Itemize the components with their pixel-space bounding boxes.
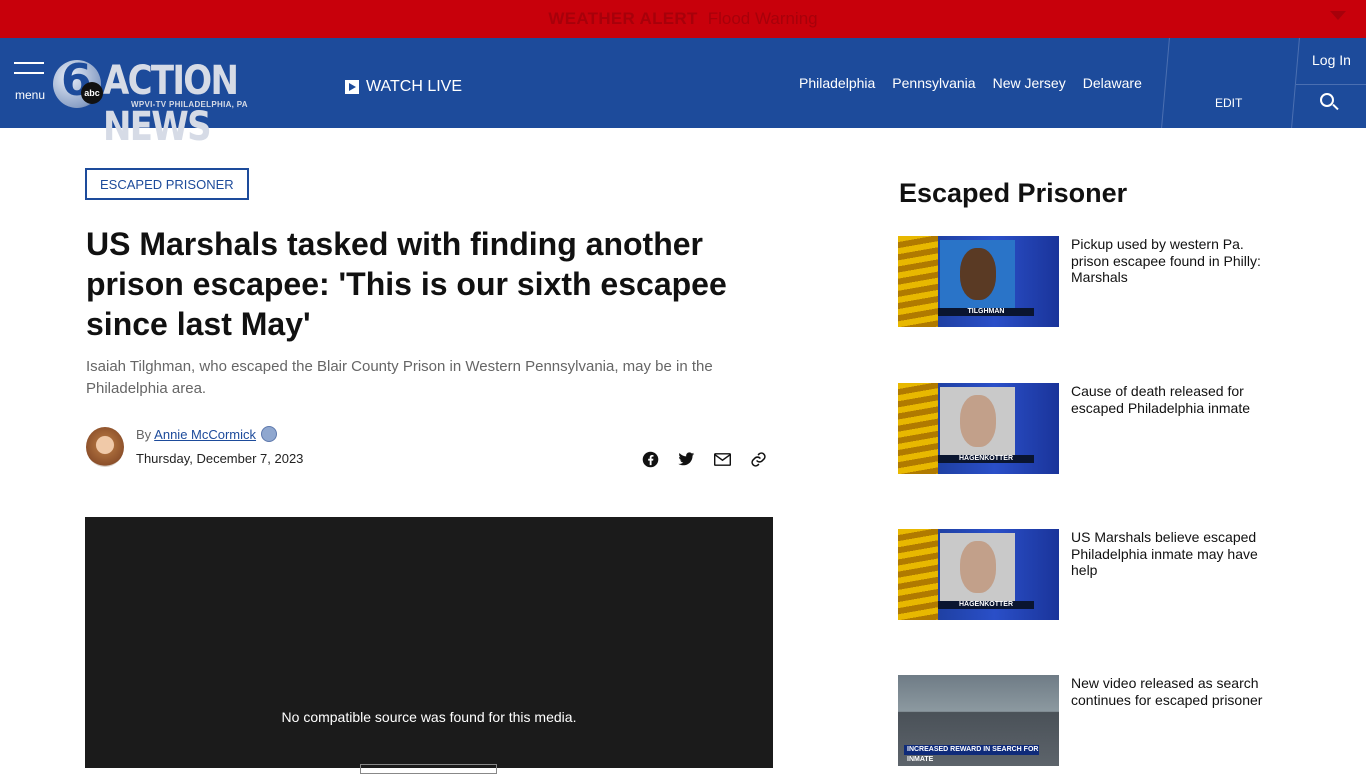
- publish-date: Thursday, December 7, 2023: [136, 451, 304, 466]
- thumbnail-caption: HAGENKOTTER: [938, 601, 1034, 609]
- thumbnail-stripes: [898, 236, 938, 327]
- thumbnail-stripes: [898, 529, 938, 620]
- mugshot-face: [960, 248, 996, 300]
- sidebar-heading: Escaped Prisoner: [899, 178, 1128, 208]
- mugshot-image: [940, 387, 1015, 457]
- thumbnail-caption: HAGENKOTTER: [938, 455, 1034, 463]
- nav-link-new-jersey[interactable]: New Jersey: [993, 75, 1066, 91]
- menu-button[interactable]: menu: [14, 62, 46, 102]
- video-error-message: No compatible source was found for this …: [281, 709, 577, 725]
- alert-label: WEATHER ALERT: [548, 9, 698, 28]
- watch-live-button[interactable]: WATCH LIVE: [345, 78, 462, 96]
- story-title[interactable]: US Marshals believe escaped Philadelphia…: [1071, 529, 1276, 579]
- mugshot-image: [940, 240, 1015, 310]
- author-link[interactable]: Annie McCormick: [154, 427, 256, 442]
- story-title[interactable]: Pickup used by western Pa. prison escape…: [1071, 236, 1276, 286]
- hamburger-icon: [14, 62, 44, 64]
- search-icon[interactable]: [1320, 93, 1340, 113]
- menu-label: menu: [15, 88, 46, 102]
- video-play-button[interactable]: [360, 764, 497, 774]
- edit-button[interactable]: EDIT: [1215, 96, 1242, 110]
- logo-subtitle: WPVI-TV PHILADELPHIA, PA: [131, 100, 248, 109]
- related-story[interactable]: HAGENKOTTER US Marshals believe escaped …: [898, 529, 1278, 621]
- chevron-down-icon[interactable]: [1330, 11, 1346, 20]
- story-title[interactable]: New video released as search continues f…: [1071, 675, 1276, 708]
- share-bar: [641, 450, 767, 468]
- nav-link-philadelphia[interactable]: Philadelphia: [799, 75, 875, 91]
- email-icon[interactable]: [713, 450, 731, 468]
- article-headline: US Marshals tasked with finding another …: [86, 226, 727, 342]
- facebook-icon[interactable]: [641, 450, 659, 468]
- login-link[interactable]: Log In: [1312, 52, 1351, 68]
- nav-divider: [1291, 38, 1300, 128]
- abc-logo-icon: abc: [81, 82, 103, 104]
- mugshot-image: [940, 533, 1015, 603]
- mugshot-face: [960, 395, 996, 447]
- nav-divider: [1296, 84, 1366, 85]
- story-thumbnail[interactable]: HAGENKOTTER: [898, 529, 1059, 620]
- nav-divider: [1161, 38, 1170, 128]
- story-thumbnail[interactable]: INCREASED REWARD IN SEARCH FOR INMATE: [898, 675, 1059, 766]
- twitter-icon[interactable]: [677, 450, 695, 468]
- nav-link-pennsylvania[interactable]: Pennsylvania: [892, 75, 975, 91]
- story-title[interactable]: Cause of death released for escaped Phil…: [1071, 383, 1276, 416]
- region-links: Philadelphia Pennsylvania New Jersey Del…: [799, 75, 1142, 91]
- byline-prefix: By: [136, 426, 152, 442]
- related-story[interactable]: TILGHMAN Pickup used by western Pa. pris…: [898, 236, 1278, 328]
- story-thumbnail[interactable]: TILGHMAN: [898, 236, 1059, 327]
- thumbnail-caption: INCREASED REWARD IN SEARCH FOR INMATE: [904, 745, 1039, 763]
- related-story[interactable]: HAGENKOTTER Cause of death released for …: [898, 383, 1278, 475]
- article-dek: Isaiah Tilghman, who escaped the Blair C…: [86, 358, 713, 397]
- hamburger-bar: [14, 72, 44, 74]
- alert-text: Flood Warning: [707, 9, 818, 28]
- byline: By Annie McCormick: [136, 426, 278, 442]
- author-avatar[interactable]: [86, 427, 124, 467]
- story-thumbnail[interactable]: HAGENKOTTER: [898, 383, 1059, 474]
- thumbnail-caption: TILGHMAN: [938, 308, 1034, 316]
- nav-link-delaware[interactable]: Delaware: [1083, 75, 1142, 91]
- main-navigation: menu 6 abc ACTION NEWS WPVI-TV PHILADELP…: [0, 38, 1366, 150]
- link-icon[interactable]: [749, 450, 767, 468]
- category-tag[interactable]: ESCAPED PRISONER: [85, 168, 249, 200]
- station-globe-icon: [261, 426, 278, 442]
- mugshot-face: [960, 541, 996, 593]
- video-player[interactable]: No compatible source was found for this …: [85, 517, 773, 774]
- related-story[interactable]: INCREASED REWARD IN SEARCH FOR INMATE Ne…: [898, 675, 1278, 767]
- station-logo[interactable]: 6 abc ACTION NEWS WPVI-TV PHILADELPHIA, …: [53, 55, 298, 150]
- search-icon-handle: [1332, 103, 1339, 111]
- thumbnail-stripes: [898, 383, 938, 474]
- play-icon: [345, 80, 359, 94]
- weather-alert-banner[interactable]: WEATHER ALERT Flood Warning: [0, 0, 1366, 38]
- watch-live-label: WATCH LIVE: [366, 78, 463, 95]
